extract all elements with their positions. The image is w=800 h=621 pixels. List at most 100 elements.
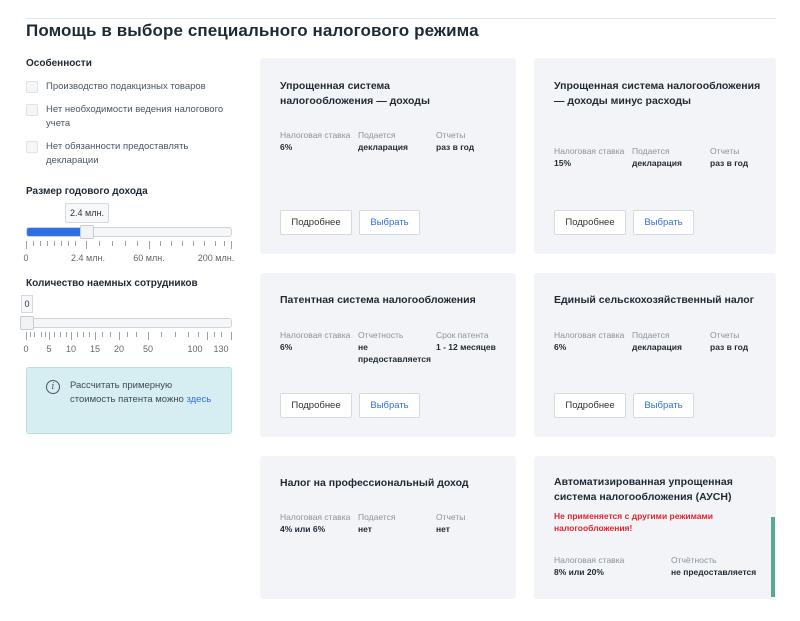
prop-value: декларация <box>358 142 408 152</box>
employees-title: Количество наемных сотрудников <box>26 278 198 289</box>
scroll-indicator[interactable] <box>771 517 775 597</box>
employees-tick-label: 130 <box>213 344 229 354</box>
card-prop: Срок патента 1 - 12 месяцев <box>436 330 516 353</box>
patent-calculator-link[interactable]: здесь <box>186 394 211 405</box>
info-message: Рассчитать примерную стоимость патента м… <box>70 380 184 405</box>
prop-label: Срок патента <box>436 330 489 340</box>
filters-sidebar: Особенности Производство подакцизных тов… <box>26 58 236 177</box>
prop-label: Отчеты <box>710 146 740 156</box>
feature-no-tax-accounting[interactable]: Нет необходимости ведения налогового уче… <box>26 103 236 131</box>
prop-value: 6% <box>280 342 293 352</box>
prop-label: Отчеты <box>436 130 466 140</box>
card-title: Автоматизированная упрощенная система на… <box>554 476 733 503</box>
prop-label: Подается <box>632 146 670 156</box>
prop-value: 6% <box>280 142 293 152</box>
employees-tick-label: 10 <box>65 344 77 354</box>
select-button[interactable]: Выбрать <box>633 393 694 418</box>
prop-value: раз в год <box>710 342 749 352</box>
employees-tick-label: 100 <box>187 344 203 354</box>
prop-value: нет <box>358 524 372 534</box>
prop-label: Налоговая ставка <box>280 330 351 340</box>
regime-card-patent: Патентная система налогообложения Налого… <box>260 273 516 437</box>
card-prop: Отчётность не предоставляется <box>671 555 773 578</box>
income-tick-label: 0 <box>23 253 29 263</box>
feature-label: Нет необходимости ведения налогового уче… <box>46 104 224 129</box>
prop-value: не предоставляется <box>671 567 757 577</box>
card-prop: Налоговая ставка 8% или 20% <box>554 555 664 578</box>
prop-label: Налоговая ставка <box>280 130 351 140</box>
prop-value: не предоставляется <box>358 342 431 364</box>
feature-list: Производство подакцизных товаров Нет нео… <box>26 80 236 168</box>
features-title: Особенности <box>26 58 92 69</box>
prop-label: Налоговая ставка <box>554 555 625 565</box>
card-prop: Налоговая ставка 15% <box>554 146 634 169</box>
card-title: Патентная система налогообложения <box>280 294 476 306</box>
employees-ticks <box>26 332 232 340</box>
income-tick-label: 200 млн. <box>197 253 235 263</box>
card-title: Налог на профессиональный доход <box>280 477 469 489</box>
card-prop: Налоговая ставка 6% <box>280 330 360 353</box>
prop-value: 15% <box>554 158 572 168</box>
card-prop: Налоговая ставка 6% <box>280 130 360 153</box>
prop-value: 6% <box>554 342 567 352</box>
select-button[interactable]: Выбрать <box>633 210 694 235</box>
card-title: Упрощенная система налогообложения — дох… <box>554 80 761 107</box>
card-prop: Подается нет <box>358 512 438 535</box>
card-prop: Отчеты нет <box>436 512 516 535</box>
select-button[interactable]: Выбрать <box>359 210 420 235</box>
details-button[interactable]: Подробнее <box>554 393 626 418</box>
employees-tick-label: 5 <box>46 344 52 354</box>
employees-tick-label: 15 <box>89 344 101 354</box>
income-title: Размер годового дохода <box>26 186 148 197</box>
employees-value-tooltip: 0 <box>21 295 33 313</box>
regime-card-esxn: Единый сельскохозяйственный налог Налого… <box>534 273 776 437</box>
prop-label: Подается <box>358 512 396 522</box>
details-button[interactable]: Подробнее <box>280 210 352 235</box>
employees-slider-track[interactable] <box>26 318 232 328</box>
regime-card-npd: Налог на профессиональный доход Налогова… <box>260 456 516 599</box>
prop-label: Отчеты <box>436 512 466 522</box>
prop-label: Налоговая ставка <box>554 146 625 156</box>
card-prop: Отчеты раз в год <box>436 130 516 153</box>
income-slider-track[interactable] <box>26 227 232 237</box>
info-icon: i <box>46 380 60 394</box>
card-prop: Подается декларация <box>632 330 712 353</box>
prop-value: 1 - 12 месяцев <box>436 342 496 352</box>
feature-checkbox[interactable] <box>26 141 38 153</box>
prop-value: раз в год <box>710 158 749 168</box>
card-prop: Отчеты раз в год <box>710 330 772 353</box>
card-prop: Налоговая ставка 6% <box>554 330 634 353</box>
regime-card-ausn: Автоматизированная упрощенная система на… <box>534 456 776 599</box>
income-slider-thumb[interactable] <box>80 225 94 239</box>
feature-checkbox[interactable] <box>26 81 38 93</box>
card-prop: Отчеты раз в год <box>710 146 772 169</box>
prop-value: раз в год <box>436 142 475 152</box>
income-slider-fill <box>27 228 83 236</box>
prop-label: Налоговая ставка <box>554 330 625 340</box>
prop-value: декларация <box>632 342 682 352</box>
employees-tick-label: 50 <box>142 344 154 354</box>
employees-slider-thumb[interactable] <box>20 316 34 330</box>
select-button[interactable]: Выбрать <box>359 393 420 418</box>
card-warning: Не применяется с другими режимами налого… <box>554 511 714 533</box>
prop-label: Отчеты <box>710 330 740 340</box>
details-button[interactable]: Подробнее <box>554 210 626 235</box>
feature-no-declarations[interactable]: Нет обязанности предоставлять декларации <box>26 140 236 168</box>
feature-checkbox[interactable] <box>26 104 38 116</box>
prop-label: Подается <box>632 330 670 340</box>
income-tick-label: 60 млн. <box>133 253 165 263</box>
patent-cost-info: i Рассчитать примерную стоимость патента… <box>26 367 232 434</box>
regime-card-usn-income-minus-expenses: Упрощенная система налогообложения — дох… <box>534 58 776 254</box>
employees-tick-label: 0 <box>23 344 29 354</box>
feature-label: Нет обязанности предоставлять декларации <box>46 141 189 166</box>
feature-excise-goods[interactable]: Производство подакцизных товаров <box>26 80 236 94</box>
prop-label: Отчетность <box>358 330 404 340</box>
card-prop: Налоговая ставка 4% или 6% <box>280 512 360 535</box>
prop-value: декларация <box>632 158 682 168</box>
details-button[interactable]: Подробнее <box>280 393 352 418</box>
feature-label: Производство подакцизных товаров <box>46 81 206 92</box>
income-ticks <box>26 241 232 249</box>
card-prop: Отчетность не предоставляется <box>358 330 438 365</box>
page-title: Помощь в выборе специального налогового … <box>26 21 479 40</box>
card-title: Упрощенная система налогообложения — дох… <box>280 80 430 107</box>
